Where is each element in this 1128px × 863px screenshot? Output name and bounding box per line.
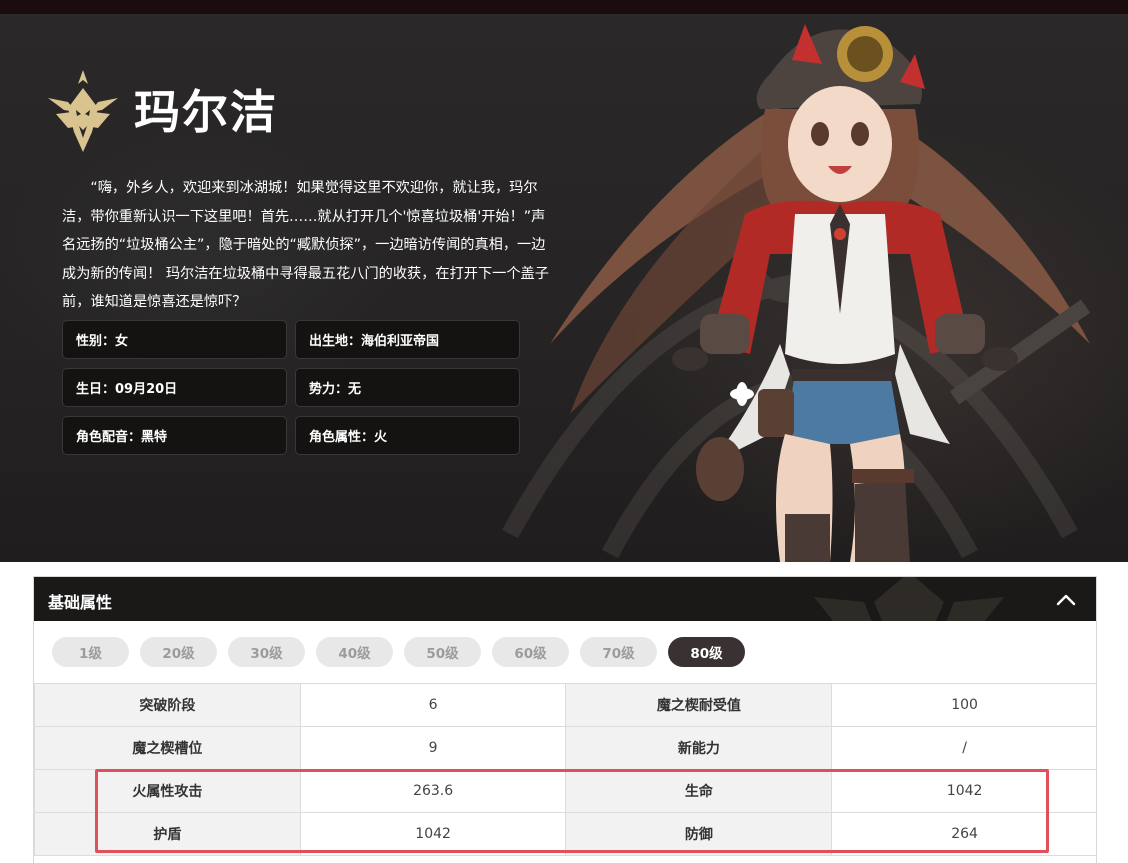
- info-birthplace: 出生地：海伯利亚帝国: [295, 320, 520, 359]
- table-row: 火属性攻击 263.6 生命 1042: [34, 769, 1096, 813]
- top-bar: [0, 0, 1128, 14]
- attr-label: 突破阶段: [34, 683, 301, 727]
- level-tab-40[interactable]: 40级: [316, 637, 393, 667]
- info-faction: 势力：无: [295, 368, 520, 407]
- table-row: 魔之楔槽位 9 新能力 /: [34, 726, 1096, 770]
- character-info-grid: 性别：女 出生地：海伯利亚帝国 生日：09月20日 势力：无 角色配音：黑特 角…: [62, 320, 520, 455]
- info-voice-actor: 角色配音：黑特: [62, 416, 287, 455]
- attr-label: 新能力: [565, 726, 833, 770]
- attr-label: 火属性攻击: [34, 769, 301, 813]
- base-attributes-panel: 基础属性 1级 20级 30级 40级 50级 60级 70级 80级 突破阶段…: [33, 576, 1097, 863]
- attr-value: 9: [299, 726, 567, 770]
- attr-value: 1042: [299, 812, 567, 856]
- attr-label: 生命: [565, 769, 833, 813]
- chevron-up-icon[interactable]: [1056, 591, 1076, 607]
- character-portrait: [550, 24, 1091, 562]
- level-tab-80[interactable]: 80级: [668, 637, 745, 667]
- level-tab-50[interactable]: 50级: [404, 637, 481, 667]
- info-birthday: 生日：09月20日: [62, 368, 287, 407]
- panel-title: 基础属性: [48, 593, 113, 612]
- level-tab-20[interactable]: 20级: [140, 637, 217, 667]
- attr-value: 100: [831, 683, 1096, 727]
- table-row: 护盾 1042 防御 264: [34, 812, 1096, 856]
- table-row: 突破阶段 6 魔之楔耐受值 100: [34, 683, 1096, 727]
- level-tabs: 1级 20级 30级 40级 50级 60级 70级 80级: [34, 621, 1096, 683]
- level-tab-30[interactable]: 30级: [228, 637, 305, 667]
- crest-decoration-icon: [814, 577, 1004, 621]
- level-tab-70[interactable]: 70级: [580, 637, 657, 667]
- attr-value: /: [831, 726, 1096, 770]
- character-hero: 玛尔洁 “嗨，外乡人，欢迎来到冰湖城！如果觉得这里不欢迎你，就让我，玛尔洁，带你…: [0, 14, 1128, 562]
- attr-label: 防御: [565, 812, 833, 856]
- attr-value: 1042: [831, 769, 1096, 813]
- attr-label: 魔之楔槽位: [34, 726, 301, 770]
- attr-value: 6: [299, 683, 567, 727]
- info-gender: 性别：女: [62, 320, 287, 359]
- attr-label: 护盾: [34, 812, 301, 856]
- character-bio: “嗨，外乡人，欢迎来到冰湖城！如果觉得这里不欢迎你，就让我，玛尔洁，带你重新认识…: [62, 180, 549, 310]
- attr-value: 263.6: [299, 769, 567, 813]
- character-name: 玛尔洁: [134, 85, 278, 139]
- attributes-table: 突破阶段 6 魔之楔耐受值 100 魔之楔槽位 9 新能力 / 火属性攻击 26…: [34, 683, 1096, 856]
- level-tab-60[interactable]: 60级: [492, 637, 569, 667]
- attr-label: 魔之楔耐受值: [565, 683, 833, 727]
- attr-value: 264: [831, 812, 1096, 856]
- info-element: 角色属性：火: [295, 416, 520, 455]
- demon-crest-emblem-icon: [48, 70, 118, 152]
- panel-header[interactable]: 基础属性: [34, 577, 1096, 621]
- level-tab-1[interactable]: 1级: [52, 637, 129, 667]
